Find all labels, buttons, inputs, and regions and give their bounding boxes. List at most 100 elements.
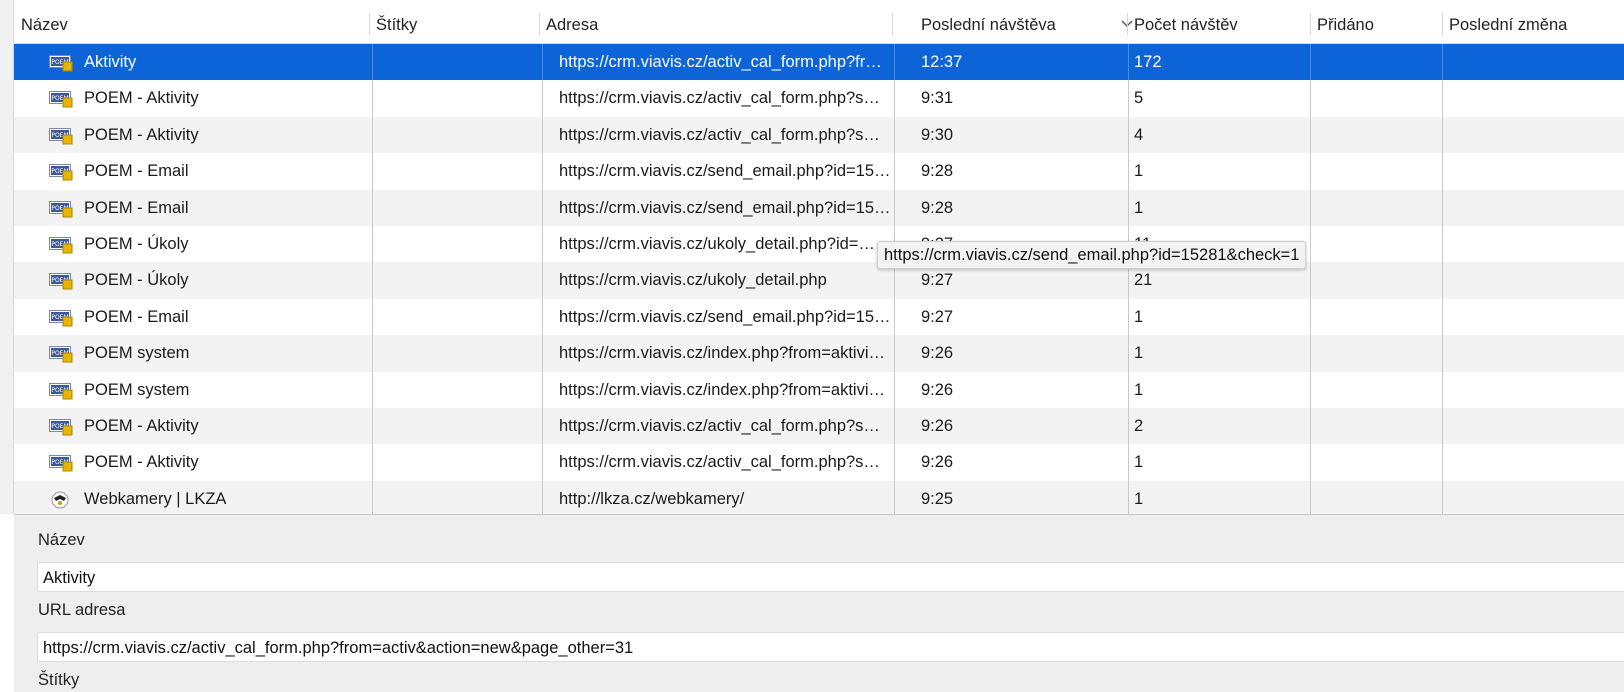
cell-divider: [1128, 480, 1129, 518]
poem-favicon-icon: POEM: [49, 418, 73, 436]
cell-divider: [542, 480, 543, 518]
name-field[interactable]: Aktivity: [37, 562, 1624, 592]
row-visits: 4: [1134, 125, 1144, 144]
cell-divider: [1442, 44, 1443, 81]
table-row[interactable]: POEM POEM - Aktivity https://crm.viavis.cz…: [14, 80, 1624, 117]
cell-divider: [1128, 444, 1129, 481]
tags-label: Štítky: [38, 671, 80, 689]
row-address: https://crm.viavis.cz/activ_cal_form.php…: [559, 89, 880, 108]
cell-divider: [542, 335, 543, 372]
table-row[interactable]: POEM POEM - Aktivity https://crm.viavis.cz…: [14, 444, 1624, 481]
row-last-visit: 12:37: [921, 53, 963, 71]
row-visits: 1: [1134, 162, 1144, 181]
row-visits: 1: [1134, 380, 1144, 399]
row-address: https://crm.viavis.cz/index.php?from=akt…: [559, 344, 885, 363]
row-name: POEM - Aktivity: [84, 125, 199, 144]
cell-divider: [1310, 153, 1311, 190]
cell-divider: [372, 153, 373, 190]
poem-favicon-icon: POEM: [49, 309, 73, 327]
row-visits: 1: [1134, 453, 1144, 472]
poem-favicon-icon: POEM: [49, 54, 73, 72]
row-name: POEM system: [84, 380, 190, 399]
cell-divider: [372, 189, 373, 226]
cell-divider: [1442, 189, 1443, 226]
cell-divider: [1310, 407, 1311, 445]
column-header-added[interactable]: Přidáno: [1310, 0, 1442, 43]
poem-favicon-icon: POEM: [49, 200, 73, 218]
row-address: https://crm.viavis.cz/activ_cal_form.php…: [559, 453, 880, 472]
cell-divider: [1310, 444, 1311, 481]
row-visits: 2: [1134, 416, 1144, 435]
poem-favicon-icon: POEM: [49, 345, 73, 363]
cell-divider: [372, 444, 373, 481]
cell-divider: [1128, 298, 1129, 336]
window-left-edge: [0, 0, 14, 514]
table-header: Název Štítky Adresa Poslední návštěva Po…: [14, 0, 1624, 44]
cell-divider: [372, 407, 373, 445]
table-row[interactable]: POEM POEM - Email https://crm.viavis.cz/se…: [14, 298, 1624, 336]
table-row[interactable]: POEM POEM - Email https://crm.viavis.cz/se…: [14, 189, 1624, 226]
cell-divider: [1442, 407, 1443, 445]
history-table-body: POEM Aktivity https://crm.viavis.cz/activ_…: [14, 44, 1624, 518]
column-divider[interactable]: [892, 13, 893, 35]
cell-divider: [1310, 298, 1311, 336]
row-address: https://crm.viavis.cz/activ_cal_form.php…: [559, 416, 880, 435]
cell-divider: [894, 298, 895, 336]
column-header-visits[interactable]: Počet návštěv: [1127, 0, 1310, 43]
cell-divider: [1128, 335, 1129, 372]
row-address: https://crm.viavis.cz/activ_cal_form.php…: [559, 53, 882, 71]
poem-favicon-icon: POEM: [49, 163, 73, 181]
cell-divider: [1128, 189, 1129, 226]
column-header-tags[interactable]: Štítky: [369, 0, 540, 43]
table-row[interactable]: POEM POEM - Email https://crm.viavis.cz/se…: [14, 153, 1624, 190]
row-visits: 1: [1134, 307, 1144, 326]
column-header-modified[interactable]: Poslední změna: [1442, 0, 1624, 43]
table-row[interactable]: POEM POEM - Aktivity https://crm.viavis.cz…: [14, 407, 1624, 445]
table-row[interactable]: POEM POEM - Aktivity https://crm.viavis.cz…: [14, 116, 1624, 154]
row-address: https://crm.viavis.cz/send_email.php?id=…: [559, 198, 891, 217]
cell-divider: [542, 407, 543, 445]
row-address: https://crm.viavis.cz/index.php?from=akt…: [559, 380, 885, 399]
table-row[interactable]: POEM Aktivity https://crm.viavis.cz/activ_…: [14, 44, 1624, 81]
table-row[interactable]: POEM POEM - Úkoly https://crm.viavis.cz/uk…: [14, 225, 1624, 263]
table-row[interactable]: POEM POEM system https://crm.viavis.cz/ind…: [14, 335, 1624, 372]
cell-divider: [1442, 371, 1443, 408]
details-panel: Název Aktivity URL adresa https://crm.vi…: [14, 514, 1624, 692]
cell-divider: [894, 335, 895, 372]
cell-divider: [542, 189, 543, 226]
row-address: https://crm.viavis.cz/ukoly_detail.php: [559, 271, 827, 290]
table-row[interactable]: Webkamery | LKZA http://lkza.cz/webkamery…: [14, 480, 1624, 518]
cell-divider: [1310, 225, 1311, 263]
cell-divider: [894, 480, 895, 518]
cell-divider: [372, 44, 373, 81]
column-header-last-visit[interactable]: Poslední návštěva: [914, 0, 1127, 43]
row-last-visit: 9:27: [921, 307, 954, 326]
table-row[interactable]: POEM POEM - Úkoly https://crm.viavis.cz/uk…: [14, 262, 1624, 299]
row-last-visit: 9:30: [921, 125, 954, 144]
cell-divider: [1128, 153, 1129, 190]
cell-divider: [542, 444, 543, 481]
url-label: URL adresa: [38, 601, 126, 619]
cell-divider: [1442, 444, 1443, 481]
poem-favicon-icon: POEM: [49, 272, 73, 290]
poem-favicon-icon: POEM: [49, 454, 73, 472]
cell-divider: [1442, 262, 1443, 299]
column-header-address[interactable]: Adresa: [539, 0, 892, 43]
row-last-visit: 9:28: [921, 162, 954, 181]
cell-divider: [372, 298, 373, 336]
cell-divider: [894, 444, 895, 481]
url-field[interactable]: https://crm.viavis.cz/activ_cal_form.php…: [37, 632, 1624, 662]
column-header-name[interactable]: Název: [14, 0, 369, 43]
cell-divider: [1310, 189, 1311, 226]
row-last-visit: 9:26: [921, 344, 954, 363]
row-name: POEM system: [84, 344, 190, 363]
cell-divider: [1128, 371, 1129, 408]
cell-divider: [894, 407, 895, 445]
row-last-visit: 9:28: [921, 198, 954, 217]
row-address: http://lkza.cz/webkamery/: [559, 489, 745, 508]
table-row[interactable]: POEM POEM system https://crm.viavis.cz/ind…: [14, 371, 1624, 408]
row-visits: 1: [1134, 344, 1144, 363]
cell-divider: [1310, 480, 1311, 518]
cell-divider: [542, 225, 543, 263]
cell-divider: [372, 116, 373, 154]
